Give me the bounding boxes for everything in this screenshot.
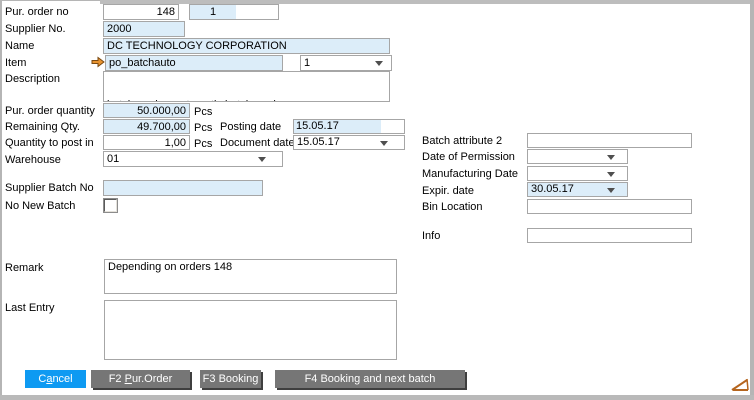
batch-attribute-2-input[interactable]	[527, 133, 692, 148]
warehouse-label: Warehouse	[5, 154, 61, 167]
right-border	[750, 0, 754, 400]
info-label: Info	[422, 230, 440, 243]
pur-order-no-label: Pur. order no	[5, 6, 69, 19]
pur-order-no-input[interactable]	[103, 4, 179, 20]
f2-pur-order-button[interactable]: F2 Pur.Order	[91, 370, 190, 388]
chevron-down-icon	[607, 188, 615, 193]
description-line1: batchnumber automatic batchnumbers	[107, 99, 386, 102]
f4-booking-next-batch-button[interactable]: F4 Booking and next batch	[275, 370, 465, 388]
pur-order-line-field[interactable]: 1	[189, 4, 279, 20]
pur-order-line-value: 1	[190, 5, 236, 19]
date-of-permission-label: Date of Permission	[422, 151, 515, 164]
chevron-down-icon	[607, 172, 615, 177]
pur-order-quantity-unit: Pcs	[194, 106, 212, 118]
chevron-down-icon	[380, 141, 388, 146]
warehouse-value: 01	[107, 153, 119, 166]
manufacturing-date-dropdown[interactable]	[527, 166, 628, 181]
document-date-label: Document date	[220, 137, 295, 150]
manufacturing-date-label: Manufacturing Date	[422, 168, 518, 181]
posting-date-field[interactable]: 15.05.17	[293, 119, 405, 134]
item-arrow-icon	[91, 56, 105, 71]
supplier-batch-no-input[interactable]	[103, 180, 263, 196]
warehouse-dropdown[interactable]: 01	[103, 151, 283, 167]
pur-order-quantity-label: Pur. order quantity	[5, 105, 95, 118]
date-of-permission-dropdown[interactable]	[527, 149, 628, 164]
resize-grip-icon[interactable]	[731, 378, 750, 394]
document-date-value: 15.05.17	[297, 136, 340, 149]
supplier-no-input[interactable]	[103, 21, 185, 37]
chevron-down-icon	[607, 155, 615, 160]
remark-label: Remark	[5, 262, 44, 275]
item-line-value: 1	[304, 57, 310, 70]
remaining-qty-unit: Pcs	[194, 122, 212, 134]
document-date-dropdown[interactable]: 15.05.17	[293, 135, 405, 150]
no-new-batch-label: No New Batch	[5, 200, 75, 213]
item-input[interactable]	[105, 55, 283, 71]
bottom-border	[0, 395, 754, 400]
batch-booking-dialog: Pur. order no Supplier No. Name Item Des…	[0, 0, 754, 400]
quantity-to-post-label: Quantity to post in	[5, 137, 94, 150]
posting-date-label: Posting date	[220, 121, 281, 134]
left-border	[0, 0, 2, 400]
description-label: Description	[5, 73, 60, 86]
last-entry-textarea[interactable]	[104, 300, 397, 360]
expir-date-label: Expir. date	[422, 185, 474, 198]
remark-textarea[interactable]: Depending on orders 148	[104, 259, 397, 294]
item-label: Item	[5, 57, 26, 70]
chevron-down-icon	[258, 157, 266, 162]
f3-booking-button[interactable]: F3 Booking	[200, 370, 261, 388]
chevron-down-icon	[375, 61, 383, 66]
quantity-to-post-input[interactable]	[103, 135, 190, 150]
supplier-no-label: Supplier No.	[5, 23, 66, 36]
batch-attribute-2-label: Batch attribute 2	[422, 135, 502, 148]
info-input[interactable]	[527, 228, 692, 243]
pur-order-quantity-input[interactable]	[103, 103, 190, 118]
remaining-qty-input[interactable]	[103, 119, 190, 134]
quantity-to-post-unit: Pcs	[194, 138, 212, 150]
supplier-batch-no-label: Supplier Batch No	[5, 182, 94, 195]
bin-location-input[interactable]	[527, 199, 692, 214]
last-entry-label: Last Entry	[5, 302, 55, 315]
cancel-button-label: Cancel	[38, 373, 72, 385]
cancel-button[interactable]: Cancel	[25, 370, 86, 388]
name-label: Name	[5, 40, 34, 53]
expir-date-value: 30.05.17	[531, 183, 574, 196]
description-box[interactable]: batchnumber automatic batchnumbers --dra…	[103, 71, 390, 102]
item-line-dropdown[interactable]: 1	[300, 55, 392, 71]
bin-location-label: Bin Location	[422, 201, 483, 214]
supplier-name-input[interactable]	[103, 38, 390, 54]
top-border-line	[0, 0, 100, 1]
remaining-qty-label: Remaining Qty.	[5, 121, 80, 134]
expir-date-dropdown[interactable]: 30.05.17	[527, 182, 628, 197]
f2-pur-order-button-label: F2 Pur.Order	[109, 373, 173, 385]
posting-date-value: 15.05.17	[294, 120, 381, 133]
no-new-batch-checkbox[interactable]	[104, 199, 117, 212]
